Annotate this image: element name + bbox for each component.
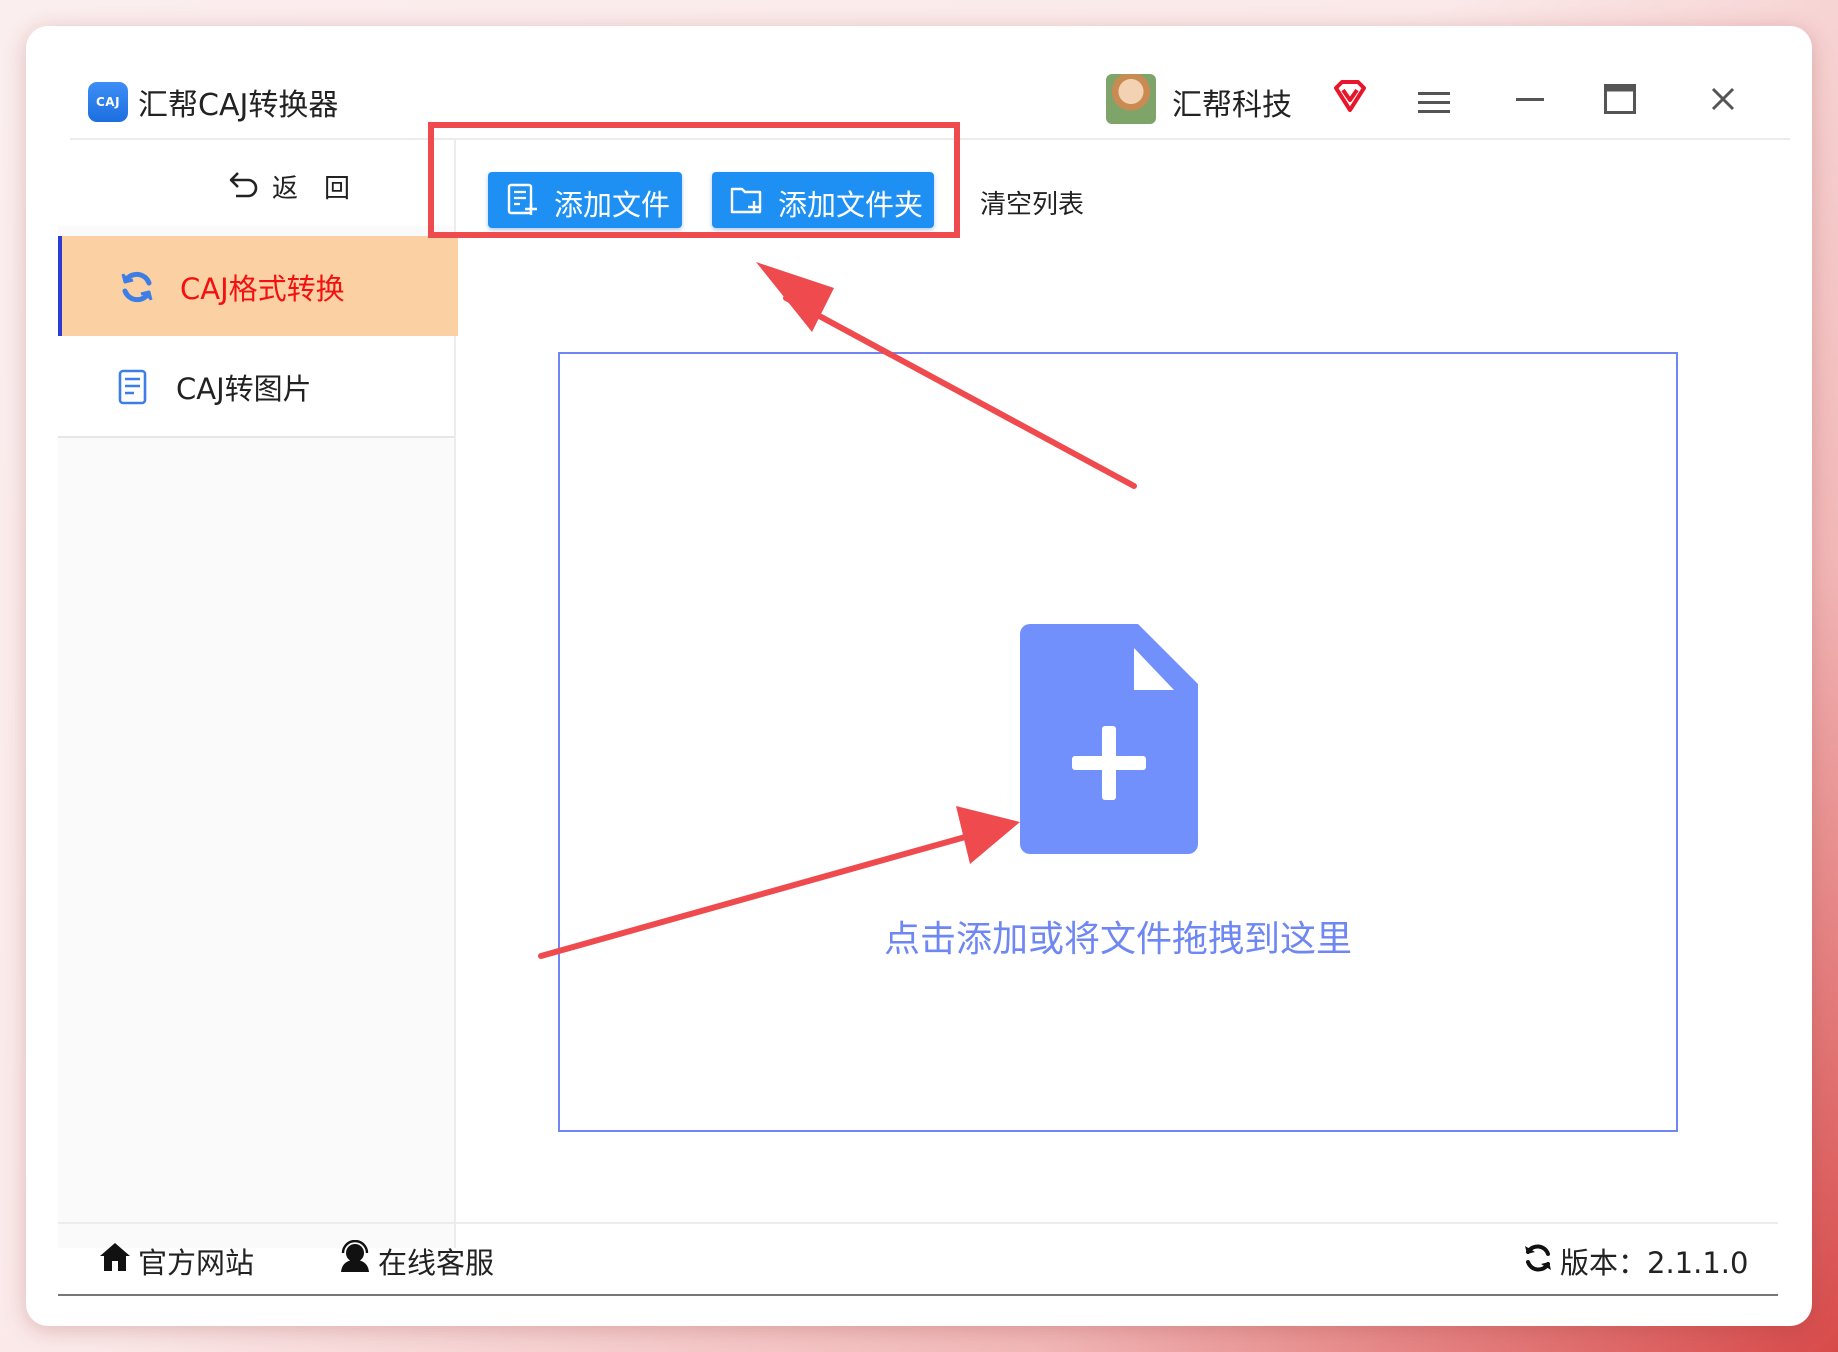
- file-drop-zone[interactable]: 点击添加或将文件拖拽到这里: [558, 352, 1678, 1132]
- version-info[interactable]: 版本：2.1.1.0: [1522, 1234, 1762, 1284]
- drop-hint-text: 点击添加或将文件拖拽到这里: [883, 919, 1352, 960]
- back-button[interactable]: 返回: [58, 140, 454, 226]
- document-icon: [118, 369, 147, 405]
- menu-icon[interactable]: [1418, 90, 1450, 116]
- maximize-icon[interactable]: [1604, 84, 1636, 114]
- home-icon: [100, 1243, 130, 1271]
- sidebar-item-caj-format-convert[interactable]: CAJ格式转换: [58, 236, 458, 336]
- refresh-icon: [121, 271, 153, 303]
- annotation-highlight-box: [428, 122, 960, 238]
- app-logo-icon: CAJ: [88, 82, 128, 122]
- app-window: CAJ 汇帮CAJ转换器 汇帮科技 返回 CAJ格式转换 CAJ转图片 添加文件…: [26, 26, 1812, 1326]
- online-service-link[interactable]: 在线客服: [338, 1234, 518, 1284]
- sidebar-item-caj-to-image[interactable]: CAJ转图片: [58, 336, 454, 438]
- undo-arrow-icon: [229, 172, 258, 198]
- official-website-label: 官方网站: [138, 1246, 255, 1280]
- sidebar-item-label: CAJ格式转换: [180, 272, 345, 306]
- bottom-border: [58, 1294, 1778, 1296]
- user-avatar[interactable]: [1106, 74, 1156, 124]
- customer-service-icon: [341, 1240, 369, 1272]
- app-title: 汇帮CAJ转换器: [138, 88, 339, 123]
- version-label: 版本：2.1.1.0: [1560, 1246, 1749, 1280]
- footer-divider: [58, 1222, 1778, 1224]
- clear-list-button[interactable]: 清空列表: [980, 184, 1084, 221]
- official-website-link[interactable]: 官方网站: [98, 1234, 278, 1284]
- sidebar-item-label: CAJ转图片: [176, 372, 312, 406]
- minimize-icon[interactable]: [1516, 98, 1544, 102]
- user-name[interactable]: 汇帮科技: [1172, 80, 1292, 124]
- close-icon[interactable]: [1710, 86, 1736, 112]
- online-service-label: 在线客服: [378, 1246, 495, 1280]
- vip-diamond-icon[interactable]: [1330, 76, 1370, 116]
- sidebar: 返回 CAJ格式转换 CAJ转图片: [58, 140, 458, 1248]
- back-label: 返回: [272, 174, 377, 204]
- update-refresh-icon: [1525, 1244, 1551, 1272]
- add-file-plus-icon: [1020, 624, 1198, 854]
